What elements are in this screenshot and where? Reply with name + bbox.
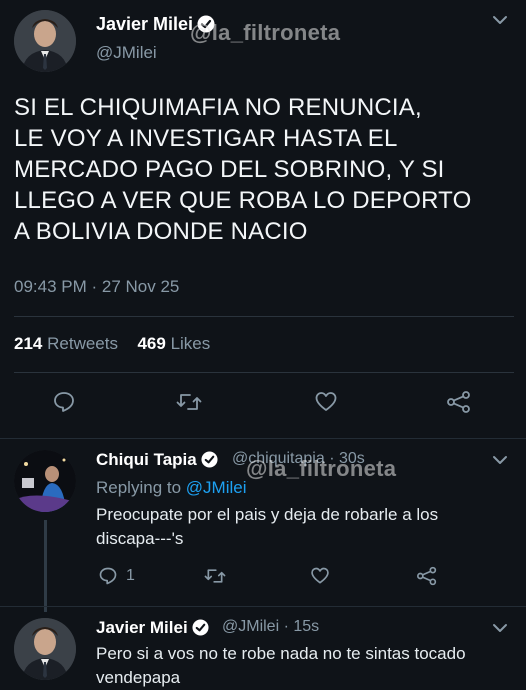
reply-button[interactable]: 1 [98,566,135,586]
likes-count[interactable]: 469 [137,334,165,353]
replying-prefix: Replying to [96,478,182,497]
likes-label[interactable]: Likes [171,334,211,353]
chevron-down-icon[interactable] [492,620,508,638]
avatar[interactable] [14,450,76,512]
heart-icon [315,392,337,411]
tweet-actions [0,390,526,420]
tweet-timestamp[interactable]: 09:43 PM · 27 Nov 25 [14,277,179,297]
watermark-text: @la_filtroneta [190,20,341,45]
replying-to: Replying to @JMilei [96,478,247,498]
author-name[interactable]: Javier Milei [96,618,188,637]
author-name-row[interactable]: Javier Milei [96,618,209,641]
retweet-icon [176,394,202,410]
share-icon [447,391,470,413]
heart-icon [311,567,329,584]
replying-to-link[interactable]: @JMilei [186,478,247,497]
retweet-icon [204,569,226,583]
avatar-photo [14,618,76,680]
author-name[interactable]: Javier Milei [96,14,193,34]
retweet-button[interactable] [176,390,202,414]
watermark-text: @la_filtroneta [246,456,397,481]
like-button[interactable] [310,566,330,586]
retweets-count[interactable]: 214 [14,334,42,353]
divider [14,316,514,317]
verified-badge-icon [201,451,218,473]
divider [0,438,526,439]
share-button[interactable] [416,566,438,586]
chevron-down-icon[interactable] [492,452,508,470]
author-handle[interactable]: @JMilei · 15s [222,618,319,636]
avatar[interactable] [14,10,76,72]
reply-button[interactable] [52,390,76,414]
avatar-photo [14,10,76,72]
divider [14,372,514,373]
author-handle[interactable]: @JMilei [96,43,157,63]
reply-icon [99,567,117,585]
avatar-photo [14,450,76,512]
chevron-down-icon[interactable] [492,12,508,30]
retweets-label[interactable]: Retweets [47,334,118,353]
tweet-actions: 1 [0,566,526,596]
share-button[interactable] [446,390,472,414]
avatar[interactable] [14,618,76,680]
tweet-text: SI EL CHIQUIMAFIA NO RENUNCIA, LE VOY A … [14,94,472,245]
engagement-stats: 214 Retweets 469 Likes [14,334,210,354]
reply-count: 1 [126,567,135,584]
author-name-row[interactable]: Chiqui Tapia [96,450,218,473]
author-name[interactable]: Chiqui Tapia [96,450,197,469]
reply-text: Pero si a vos no te robe nada no te sint… [96,644,466,687]
main-tweet: Javier Milei @la_filtroneta @JMilei SI E… [0,0,526,440]
reply-icon [54,392,74,412]
divider [0,606,526,607]
retweet-button[interactable] [204,566,226,586]
like-button[interactable] [314,390,338,414]
reply-text: Preocupate por el pais y deja de robarle… [96,505,439,548]
share-icon [417,566,437,586]
verified-badge-icon [192,619,209,641]
